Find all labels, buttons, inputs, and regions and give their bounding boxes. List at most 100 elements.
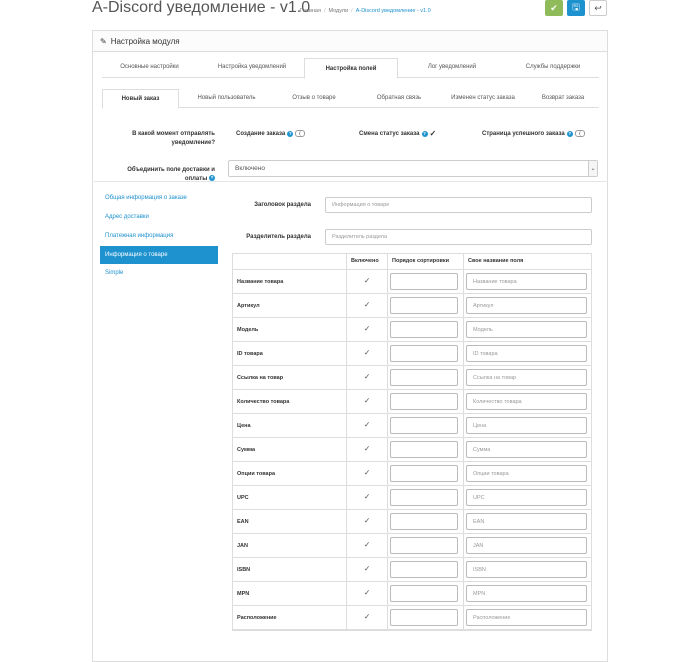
sort-order-input[interactable] (390, 513, 458, 530)
breadcrumb-home[interactable]: Главная (300, 8, 321, 14)
section-separator-input[interactable]: Разделитель раздела (325, 229, 592, 245)
save-button[interactable]: ✔ (545, 0, 563, 16)
sort-order-input[interactable] (390, 585, 458, 602)
section-title-input[interactable]: Информация о товаре (325, 197, 592, 213)
breadcrumb: Главная / Модули / A-Discord уведомление - v… (300, 8, 431, 14)
enabled-check-icon[interactable]: ✓ (364, 396, 370, 405)
subtab-new-user[interactable]: Новый пользователь (184, 89, 269, 106)
moment-label: В какой момент отправлять уведомление? (132, 131, 215, 146)
tab-support[interactable]: Службы поддержки (507, 58, 599, 76)
subtab-feedback[interactable]: Обратная связь (359, 89, 439, 106)
table-row: Артикул ✓ Артикул (233, 294, 591, 318)
custom-name-input[interactable]: Количество товара (466, 393, 587, 410)
field-name: Модель (237, 327, 259, 333)
subtab-product-review[interactable]: Отзыв о товаре (274, 89, 354, 106)
enabled-check-icon[interactable]: ✓ (364, 372, 370, 381)
enabled-check-icon[interactable]: ✓ (364, 420, 370, 429)
enabled-check-icon[interactable]: ✓ (364, 492, 370, 501)
sort-order-input[interactable] (390, 345, 458, 362)
table-row: UPC ✓ UPC (233, 486, 591, 510)
sort-order-input[interactable] (390, 561, 458, 578)
sort-order-input[interactable] (390, 441, 458, 458)
enabled-check-icon[interactable]: ✓ (364, 516, 370, 525)
enabled-check-icon[interactable]: ✓ (364, 300, 370, 309)
tab-main-settings[interactable]: Основные настройки (102, 58, 197, 76)
order-created-toggle[interactable] (295, 130, 306, 137)
enabled-check-icon[interactable]: ✓ (364, 540, 370, 549)
sort-order-input[interactable] (390, 417, 458, 434)
subtab-new-order[interactable]: Новый заказ (102, 89, 179, 109)
field-name: Сумма (237, 447, 256, 453)
sort-order-input[interactable] (390, 273, 458, 290)
status-change-check-icon[interactable]: ✓ (430, 129, 437, 138)
help-icon[interactable]: ? (566, 130, 573, 137)
tab-field-settings[interactable]: Настройка полей (304, 58, 398, 79)
enabled-check-icon[interactable]: ✓ (364, 444, 370, 453)
tab-notification-log[interactable]: Лог уведомлений (402, 58, 502, 76)
help-icon[interactable]: ? (421, 130, 428, 137)
sort-order-input[interactable] (390, 537, 458, 554)
custom-name-input[interactable]: Название товара (466, 273, 587, 290)
custom-name-input[interactable]: Опции товара (466, 465, 587, 482)
custom-name-input[interactable]: ISBN (466, 561, 587, 578)
custom-name-input[interactable]: MPN (466, 585, 587, 602)
sidebar-item-product-info[interactable]: Информация о товаре (100, 246, 218, 264)
enabled-check-icon[interactable]: ✓ (364, 468, 370, 477)
table-row: Сумма ✓ Сумма (233, 438, 591, 462)
pencil-icon: ✎ (100, 36, 107, 46)
sort-order-input[interactable] (390, 489, 458, 506)
custom-name-input[interactable]: Расположение (466, 609, 587, 626)
success-page-toggle[interactable] (574, 130, 585, 137)
help-icon[interactable]: ? (287, 130, 294, 137)
table-row: ISBN ✓ ISBN (233, 558, 591, 582)
enabled-check-icon[interactable]: ✓ (364, 324, 370, 333)
tab-notification-settings[interactable]: Настройка уведомлений (202, 58, 302, 76)
enabled-check-icon[interactable]: ✓ (364, 588, 370, 597)
check-icon: ✔ (550, 2, 558, 13)
table-header: Включено Порядок сортировки Свое названи… (233, 254, 591, 270)
sort-order-input[interactable] (390, 321, 458, 338)
custom-name-input[interactable]: JAN (466, 537, 587, 554)
back-button[interactable]: ↩ (589, 0, 607, 16)
custom-name-input[interactable]: Ссылка на товар (466, 369, 587, 386)
subtab-order-return[interactable]: Возврат заказа (527, 89, 599, 106)
field-name: MPN (237, 591, 250, 597)
field-name: Название товара (237, 279, 284, 285)
sort-order-input[interactable] (390, 393, 458, 410)
sort-order-input[interactable] (390, 465, 458, 482)
custom-name-input[interactable]: Артикул (466, 297, 587, 314)
section-separator-label: Разделитель раздела (246, 234, 311, 240)
enabled-check-icon[interactable]: ✓ (364, 612, 370, 621)
table-row: Количество товара ✓ Количество товара (233, 390, 591, 414)
combine-select[interactable]: Включено ⌄ (228, 160, 598, 177)
sort-order-input[interactable] (390, 297, 458, 314)
custom-name-input[interactable]: ID товара (466, 345, 587, 362)
custom-name-input[interactable]: EAN (466, 513, 587, 530)
custom-name-input[interactable]: Сумма (466, 441, 587, 458)
sidebar-item-simple[interactable]: Simple (105, 270, 123, 276)
main-tabs: Основные настройки Настройка уведомлений… (102, 58, 599, 79)
field-name: Ссылка на товар (237, 375, 284, 381)
sidebar-item-shipping-address[interactable]: Адрес доставки (105, 214, 149, 220)
sidebar-item-order-info[interactable]: Общая информация о заказе (105, 195, 187, 201)
enabled-check-icon[interactable]: ✓ (364, 276, 370, 285)
save-stay-button[interactable]: 🖫 (567, 0, 585, 16)
breadcrumb-modules[interactable]: Модули (328, 8, 348, 14)
table-row: Опции товара ✓ Опции товара (233, 462, 591, 486)
custom-name-input[interactable]: Цена (466, 417, 587, 434)
help-icon[interactable]: ? (209, 175, 215, 182)
enabled-check-icon[interactable]: ✓ (364, 348, 370, 357)
custom-name-input[interactable]: UPC (466, 489, 587, 506)
sort-order-input[interactable] (390, 369, 458, 386)
field-name: Цена (237, 423, 251, 429)
subtab-order-status-changed[interactable]: Изменен статус заказа (442, 89, 524, 106)
header-enabled: Включено (351, 258, 379, 264)
field-name: EAN (237, 519, 249, 525)
enabled-check-icon[interactable]: ✓ (364, 564, 370, 573)
sub-tabs: Новый заказ Новый пользователь Отзыв о т… (102, 89, 599, 109)
sort-order-input[interactable] (390, 609, 458, 626)
table-row: Модель ✓ Модель (233, 318, 591, 342)
breadcrumb-current[interactable]: A-Discord уведомление - v1.0 (356, 8, 431, 14)
sidebar-item-payment-info[interactable]: Платежная информация (105, 233, 173, 239)
custom-name-input[interactable]: Модель (466, 321, 587, 338)
